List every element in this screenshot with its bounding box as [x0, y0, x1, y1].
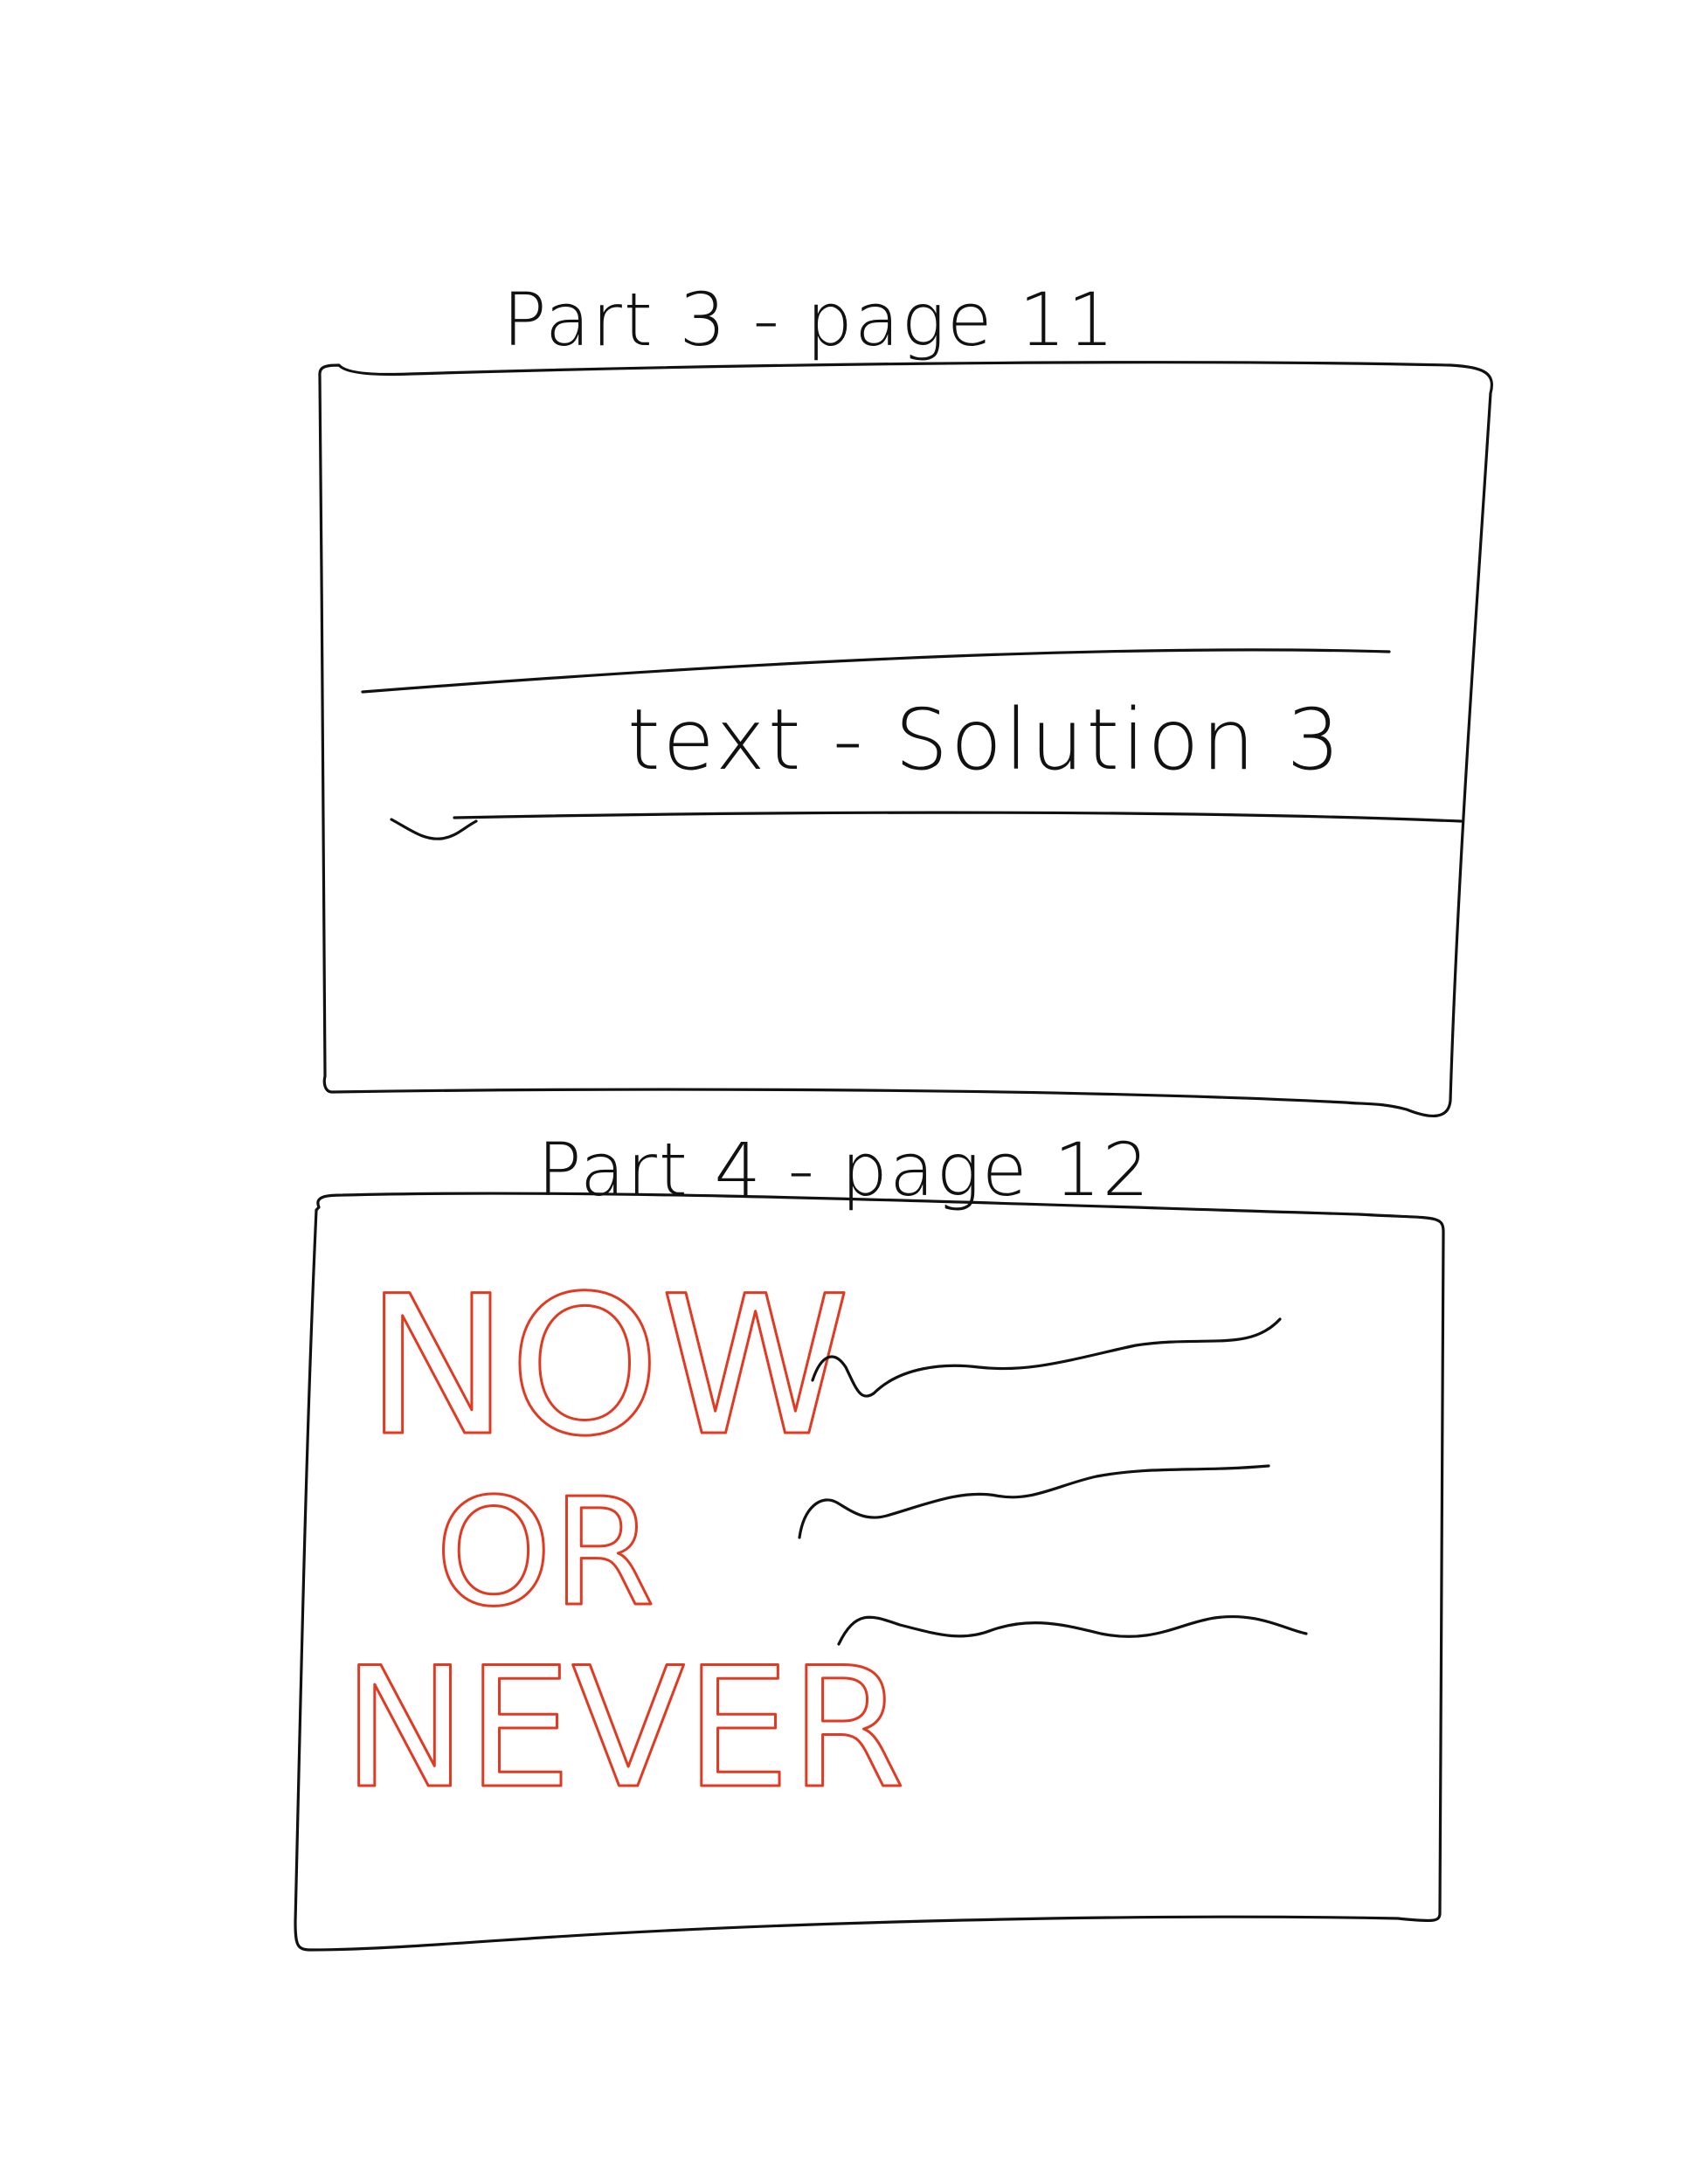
placeholder-line-3: [837, 1615, 1308, 1646]
wireframe-sketch: Part 3 - page 11 text - Solution 3 Part …: [294, 277, 1493, 1952]
section-part3: Part 3 - page 11 text - Solution 3: [318, 277, 1493, 1117]
placeholder-line-2: [798, 1464, 1270, 1539]
band-line-bottom-squiggle: [390, 818, 478, 840]
headline-word-or: OR: [435, 1467, 655, 1640]
placeholder-text-lines: [798, 1317, 1308, 1646]
placeholder-line-1: [811, 1317, 1282, 1398]
headline-now-or-never: NOW OR NEVER: [342, 1254, 907, 1827]
section-label-part3: Part 3 - page 11: [502, 277, 1116, 363]
headline-word-now: NOW: [365, 1254, 850, 1478]
section-part4: Part 4 - page 12 NOW OR NEVER: [294, 1127, 1445, 1952]
band-text-solution: text - Solution 3: [627, 691, 1343, 789]
band-line-top: [361, 648, 1391, 694]
band-line-bottom: [453, 811, 1463, 823]
headline-word-never: NEVER: [342, 1632, 905, 1825]
